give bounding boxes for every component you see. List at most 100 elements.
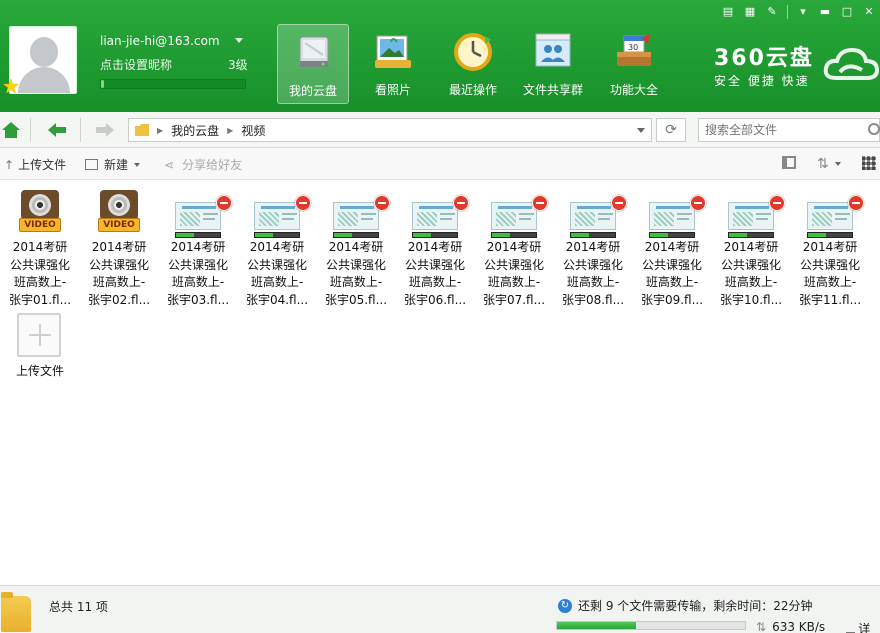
file-name: 2014考研 公共课强化 班高数上- 张宇06.fl... <box>403 240 467 307</box>
upload-file-button[interactable]: ↑ 上传文件 <box>4 156 66 173</box>
grid-view-icon <box>862 156 876 170</box>
cancel-upload-icon[interactable] <box>453 195 469 211</box>
nav-recent-operations[interactable]: 最近操作 <box>437 24 509 104</box>
cancel-upload-icon[interactable] <box>848 195 864 211</box>
nav-file-share-group[interactable]: 文件共享群 <box>517 24 589 104</box>
preview-pane-button[interactable] <box>782 156 796 169</box>
upload-progress-bar <box>491 232 537 238</box>
avatar-body <box>18 67 70 93</box>
film-reel-icon <box>21 190 59 220</box>
uploading-file-icon <box>805 186 864 238</box>
file-item[interactable]: 2014考研 公共课强化 班高数上- 张宇04.fl... <box>242 186 312 309</box>
cancel-upload-icon[interactable] <box>690 195 706 211</box>
cancel-upload-icon[interactable] <box>532 195 548 211</box>
share-label: 分享给好友 <box>182 158 243 172</box>
toolbox-icon: 30 <box>617 34 651 66</box>
upload-progress-fill <box>334 233 352 237</box>
share-with-friends-button[interactable]: ⋖ 分享给好友 <box>164 156 242 173</box>
cancel-upload-icon[interactable] <box>769 195 785 211</box>
refresh-icon: ⟳ <box>665 122 677 138</box>
address-bar[interactable]: ▶ 我的云盘 ▶ 视频 <box>128 118 652 142</box>
upload-progress-bar <box>807 232 853 238</box>
search-input[interactable] <box>698 118 880 142</box>
file-item[interactable]: 2014考研 公共课强化 班高数上- 张宇06.fl... <box>400 186 470 309</box>
uploading-file-icon <box>173 186 232 238</box>
file-item[interactable]: VIDEO 2014考研 公共课强化 班高数上- 张宇01.fl... <box>5 186 75 309</box>
thumbnail <box>570 202 616 230</box>
cancel-upload-icon[interactable] <box>216 195 232 211</box>
cancel-upload-icon[interactable] <box>295 195 311 211</box>
set-nickname-link[interactable]: 点击设置昵称 <box>100 56 172 73</box>
nav-my-cloud-drive[interactable]: 我的云盘 <box>277 24 349 104</box>
skin-icon[interactable]: ▦ <box>739 1 761 23</box>
nav-view-photos[interactable]: 看照片 <box>357 24 429 104</box>
settings-icon[interactable]: ✎ <box>761 1 783 23</box>
upload-progress-bar <box>254 232 300 238</box>
breadcrumb-my-cloud[interactable]: 我的云盘 <box>171 122 219 139</box>
transfer-text: 还剩 9 个文件需要传输，剩余时间：22分钟 <box>578 599 813 613</box>
cancel-upload-icon[interactable] <box>374 195 390 211</box>
upload-progress-fill <box>413 233 431 237</box>
detail-button[interactable]: 详细 <box>846 620 880 633</box>
refresh-button[interactable]: ⟳ <box>656 118 686 142</box>
avatar-head <box>30 37 58 67</box>
hard-drive-icon <box>299 36 329 68</box>
item-count: 总共 11 项 <box>49 600 108 614</box>
preview-pane-icon <box>782 156 796 169</box>
account-email[interactable]: lian-jie-hi@163.com <box>100 34 220 48</box>
file-item[interactable]: 2014考研 公共课强化 班高数上- 张宇11.fl... <box>795 186 865 309</box>
transfer-status[interactable]: ↻ 还剩 9 个文件需要传输，剩余时间：22分钟 <box>558 597 813 614</box>
file-item[interactable]: 2014考研 公共课强化 班高数上- 张宇09.fl... <box>637 186 707 309</box>
speed-arrows-icon: ⇅ <box>756 620 767 633</box>
upload-progress-bar <box>570 232 616 238</box>
file-item[interactable]: VIDEO 2014考研 公共课强化 班高数上- 张宇02.fl... <box>84 186 154 309</box>
view-mode-button[interactable] <box>862 156 876 170</box>
file-name: 2014考研 公共课强化 班高数上- 张宇04.fl... <box>245 240 309 307</box>
brand-name: 360云盘 <box>714 46 814 71</box>
level-star-icon: ★ <box>2 74 20 98</box>
upload-tile-plus-icon[interactable] <box>17 313 61 357</box>
minimize-icon[interactable]: ▾ <box>792 1 814 23</box>
brand-tagline: 安全 便捷 快速 <box>714 74 810 88</box>
cancel-upload-icon[interactable] <box>611 195 627 211</box>
new-button[interactable]: 新建 <box>85 156 141 173</box>
back-arrow-icon[interactable] <box>46 119 68 141</box>
upload-progress-bar <box>649 232 695 238</box>
account-dropdown-icon[interactable] <box>235 38 243 43</box>
upload-progress-fill <box>571 233 589 237</box>
share-icon: ⋖ <box>164 157 175 172</box>
breadcrumb-videos[interactable]: 视频 <box>241 122 265 139</box>
home-icon[interactable] <box>0 119 22 141</box>
video-tag: VIDEO <box>19 218 61 232</box>
file-item[interactable]: 2014考研 公共课强化 班高数上- 张宇08.fl... <box>558 186 628 309</box>
address-dropdown-icon[interactable] <box>637 128 645 133</box>
photos-icon <box>375 35 411 68</box>
file-name: 2014考研 公共课强化 班高数上- 张宇05.fl... <box>324 240 388 307</box>
thumbnail <box>649 202 695 230</box>
file-name: 2014考研 公共课强化 班高数上- 张宇08.fl... <box>561 240 625 307</box>
nav-label: 我的云盘 <box>288 84 337 98</box>
file-item[interactable]: 2014考研 公共课强化 班高数上- 张宇07.fl... <box>479 186 549 309</box>
search-icon[interactable] <box>868 123 880 135</box>
file-item[interactable]: 2014考研 公共课强化 班高数上- 张宇10.fl... <box>716 186 786 309</box>
forward-arrow-icon[interactable] <box>94 119 116 141</box>
sort-icon: ⇅ <box>817 156 829 172</box>
video-tag: VIDEO <box>98 218 140 232</box>
transfer-progress-bar <box>556 621 746 630</box>
maximize-icon[interactable]: □ <box>836 1 858 23</box>
file-item[interactable]: 2014考研 公共课强化 班高数上- 张宇05.fl... <box>321 186 391 309</box>
upload-tile-label[interactable]: 上传文件 <box>0 362 80 379</box>
upload-progress-bar <box>333 232 379 238</box>
file-item[interactable]: 2014考研 公共课强化 班高数上- 张宇03.fl... <box>163 186 233 309</box>
nav-all-features[interactable]: 30 功能大全 <box>598 24 670 104</box>
minimize-button[interactable]: ▬ <box>814 1 836 23</box>
menu-icon[interactable]: ▤ <box>717 1 739 23</box>
upload-progress-fill <box>729 233 747 237</box>
folder-icon <box>135 124 149 136</box>
transfer-icon: ↻ <box>558 598 572 613</box>
level-progress-fill <box>101 80 104 88</box>
sort-button[interactable]: ⇅ <box>817 156 841 172</box>
upload-progress-bar <box>175 232 221 238</box>
close-icon[interactable]: ✕ <box>858 1 880 23</box>
file-name: 2014考研 公共课强化 班高数上- 张宇09.fl... <box>640 240 704 307</box>
